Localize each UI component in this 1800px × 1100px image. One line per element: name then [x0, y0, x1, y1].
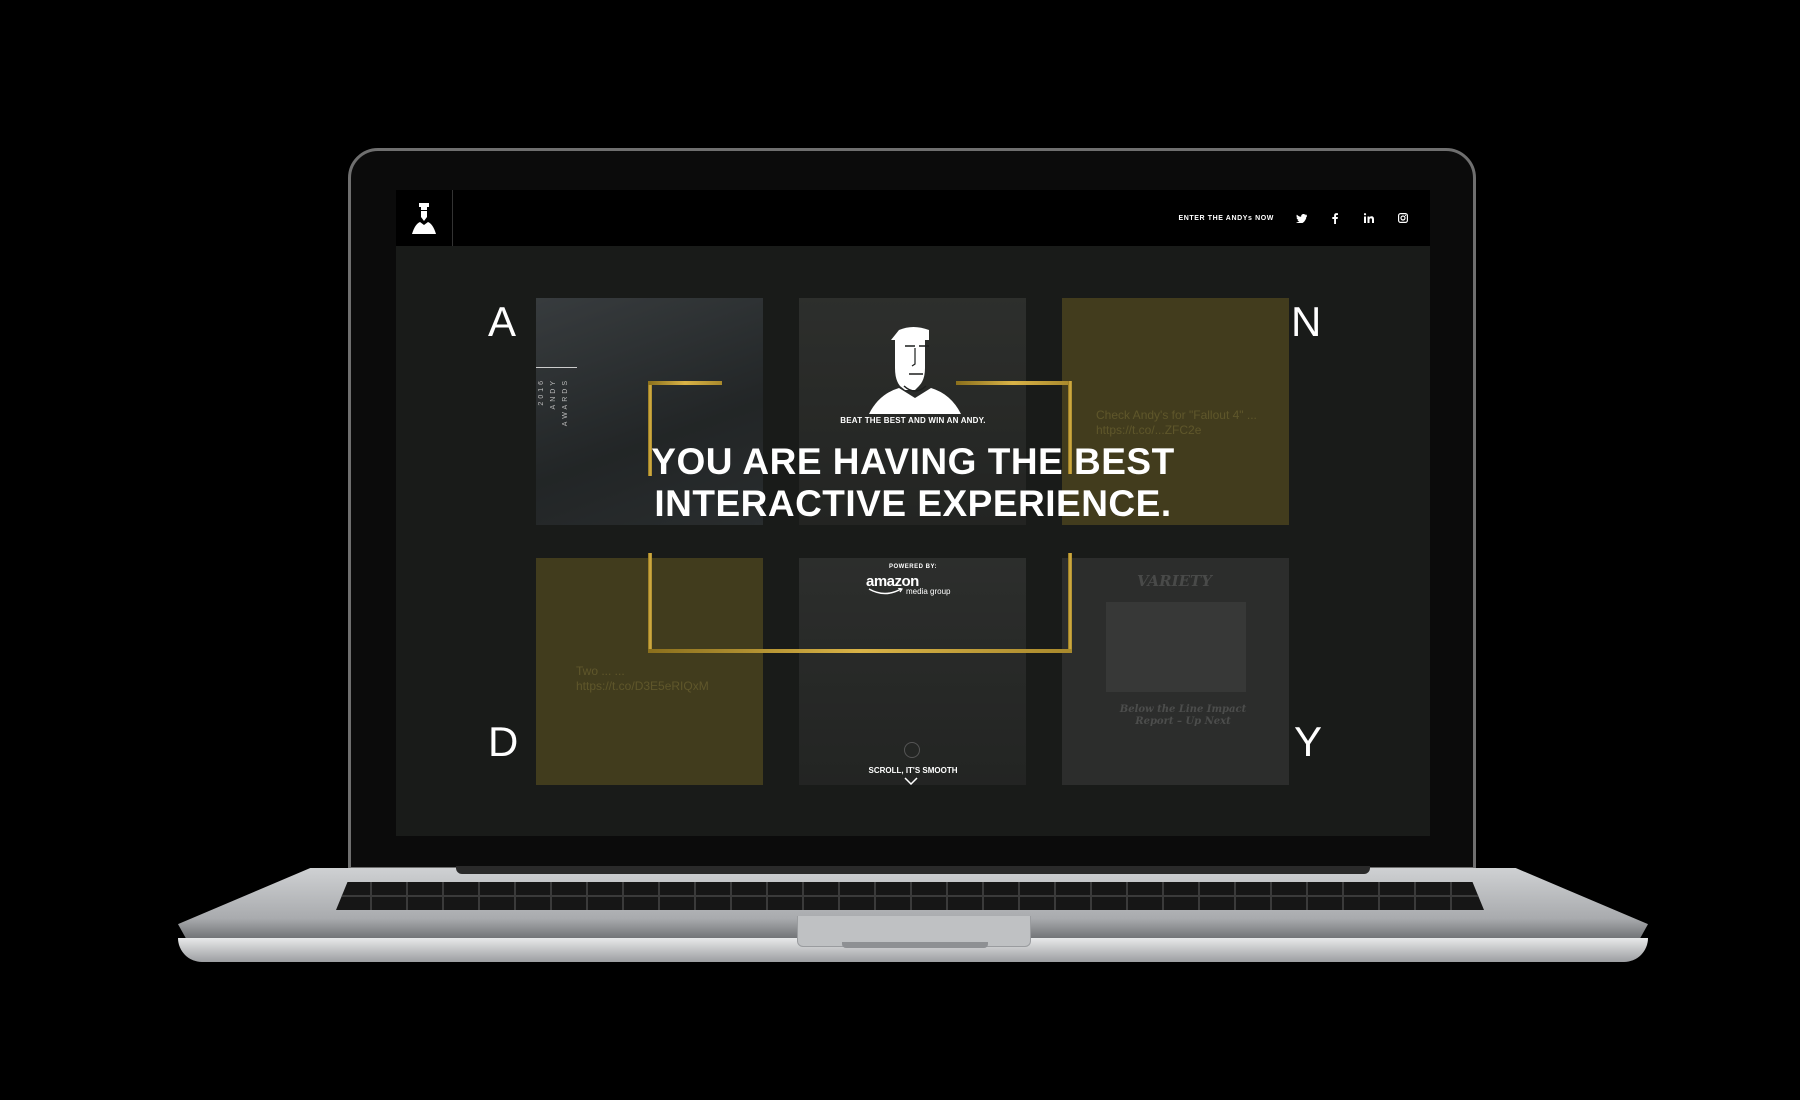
andy-logo[interactable] — [396, 190, 453, 246]
gold-frame-bottom — [648, 649, 1072, 653]
corner-letter-n: N — [1291, 298, 1322, 345]
twitter-icon[interactable] — [1294, 211, 1308, 225]
laptop-keyboard — [336, 882, 1484, 910]
hero-tagline: BEAT THE BEST AND WIN AN ANDY. — [840, 416, 986, 425]
gold-frame-top-right — [956, 381, 1070, 385]
instagram-icon[interactable] — [1396, 211, 1410, 225]
chevron-down-icon[interactable] — [904, 777, 918, 785]
laptop-hinge — [456, 866, 1370, 874]
powered-by-label: POWERED BY: — [888, 564, 938, 570]
hero-headline-line1: YOU ARE HAVING THE BEST — [651, 441, 1175, 482]
amazon-smile-icon — [868, 588, 903, 595]
hero-headline-line2: INTERACTIVE EXPERIENCE. — [654, 483, 1172, 524]
corner-letter-d: D — [488, 718, 519, 765]
site-header: ENTER THE ANDYs NOW — [396, 190, 1430, 246]
website-screen: ENTER THE ANDYs NOW Check Andy's for "Fa… — [396, 190, 1430, 836]
enter-andys-link[interactable]: ENTER THE ANDYs NOW — [1178, 215, 1274, 222]
gold-frame-top-left — [648, 381, 722, 385]
sponsor-sub: media group — [906, 587, 951, 596]
laptop-notch — [842, 942, 988, 948]
amazon-media-group-logo[interactable]: amazon media group — [866, 573, 950, 596]
scroll-indicator — [904, 742, 920, 758]
scroll-label[interactable]: SCROLL, IT'S SMOOTH — [396, 766, 1430, 775]
linkedin-icon[interactable] — [1362, 211, 1376, 225]
corner-letter-y: Y — [1294, 718, 1323, 765]
corner-letter-a: A — [488, 298, 517, 345]
andy-bust-icon — [869, 327, 961, 414]
divider-line — [536, 367, 577, 368]
facebook-icon[interactable] — [1328, 211, 1342, 225]
hero-headline: YOU ARE HAVING THE BEST INTERACTIVE EXPE… — [396, 441, 1430, 525]
andy-head-icon — [412, 203, 436, 234]
